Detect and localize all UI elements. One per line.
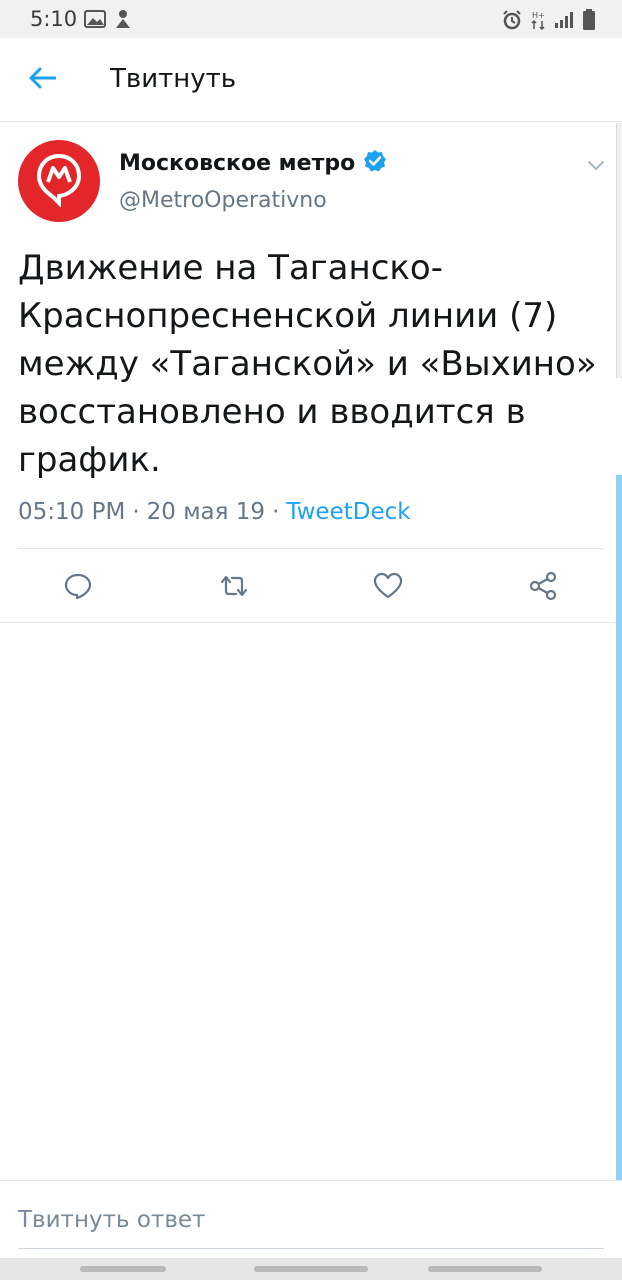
tweet-date: 20 мая 19 (146, 499, 266, 525)
scrollbar-thumb[interactable] (616, 475, 622, 1180)
like-icon (373, 572, 403, 604)
back-button[interactable] (22, 60, 62, 100)
svg-text:H+: H+ (532, 11, 545, 20)
image-icon (84, 10, 106, 32)
arrow-left-icon (28, 66, 57, 94)
status-right-icons: H+ (502, 9, 596, 35)
nav-home-button[interactable] (254, 1266, 368, 1272)
status-left-icons (84, 9, 132, 33)
share-icon (528, 571, 558, 605)
author-handle[interactable]: @MetroOperativno (119, 188, 327, 213)
signal-icon (554, 11, 574, 33)
status-bar: 5:10 H+ (0, 0, 622, 38)
author-name-row: Московское метро (119, 149, 387, 177)
metro-logo-icon (34, 151, 84, 211)
nav-back-button[interactable] (80, 1266, 166, 1272)
silent-icon (114, 9, 132, 33)
system-nav-bar (0, 1258, 622, 1280)
tweet-actions (0, 568, 622, 608)
author-name[interactable]: Московское метро (119, 151, 355, 176)
avatar[interactable] (18, 140, 100, 222)
alarm-icon (502, 10, 522, 34)
network-icon: H+ (530, 10, 546, 34)
reply-area (0, 1180, 622, 1258)
reply-button[interactable] (58, 568, 98, 608)
tweet-menu-button[interactable] (584, 153, 608, 177)
app-bar: Твитнуть (0, 38, 622, 122)
retweet-button[interactable] (214, 568, 254, 608)
nav-recents-button[interactable] (428, 1266, 542, 1272)
meta-separator: · (132, 499, 140, 525)
battery-icon (582, 9, 596, 35)
verified-badge-icon (363, 149, 387, 177)
tweet-meta: 05:10 PM · 20 мая 19 · TweetDeck (18, 499, 411, 525)
tweet-time: 05:10 PM (18, 499, 126, 525)
tweet: Московское метро @MetroOperativno Движен… (0, 123, 622, 623)
like-button[interactable] (368, 568, 408, 608)
meta-separator: · (272, 499, 280, 525)
retweet-icon (218, 573, 250, 603)
tweet-source-link[interactable]: TweetDeck (286, 499, 410, 525)
reply-icon (64, 572, 92, 604)
page-title: Твитнуть (110, 64, 237, 94)
tweet-text: Движение на Таганско-Краснопресненской л… (18, 248, 597, 480)
reply-input[interactable] (18, 1191, 604, 1249)
scrollbar-track[interactable] (616, 123, 622, 378)
chevron-down-icon (584, 161, 608, 181)
status-time: 5:10 (30, 7, 78, 31)
divider (18, 548, 604, 549)
share-button[interactable] (523, 568, 563, 608)
